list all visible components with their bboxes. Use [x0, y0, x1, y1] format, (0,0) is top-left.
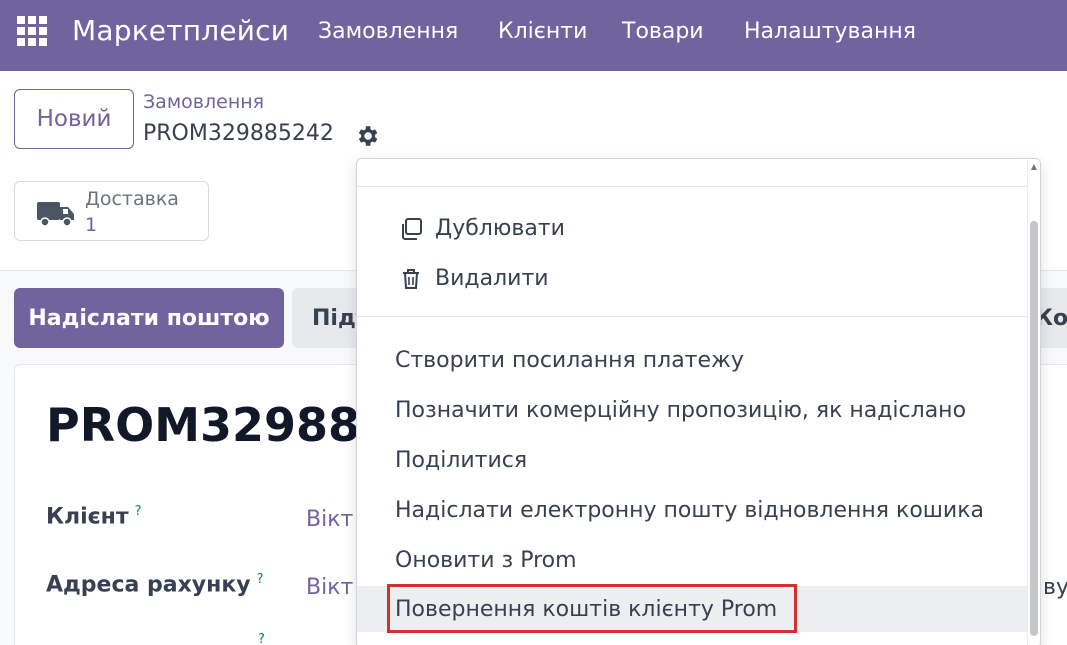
- menu-item-send-cart-recovery-email[interactable]: Надіслати електронну пошту відновлення к…: [357, 487, 1027, 533]
- field-value-client[interactable]: Вікт: [306, 507, 353, 532]
- trash-icon: [403, 269, 419, 289]
- field-label-client: Клієнт?: [46, 504, 142, 530]
- actions-dropdown-menu: Дублювати Видалити Створити посилання пл…: [356, 158, 1041, 645]
- help-icon[interactable]: ?: [257, 572, 264, 587]
- field-label-invoice-address: Адреса рахунку?: [46, 572, 264, 598]
- menu-item-duplicate[interactable]: Дублювати: [357, 205, 1027, 251]
- top-navbar: Маркетплейси Замовлення Клієнти Товари Н…: [0, 0, 1067, 71]
- nav-item-settings[interactable]: Налаштування: [744, 19, 916, 44]
- delivery-count: 1: [85, 214, 98, 236]
- highlight-annotation-box: [387, 584, 797, 633]
- delivery-label: Доставка: [85, 188, 179, 210]
- copy-icon: [402, 218, 422, 240]
- nav-item-products[interactable]: Товари: [622, 19, 704, 44]
- menu-item-share[interactable]: Поділитися: [357, 437, 1027, 483]
- gear-icon[interactable]: [354, 123, 380, 149]
- apps-menu-icon[interactable]: [17, 16, 49, 48]
- dropdown-divider: [357, 316, 1027, 317]
- menu-item-create-payment-link[interactable]: Створити посилання платежу: [357, 337, 1027, 383]
- menu-item-update-from-prom[interactable]: Оновити з Prom: [357, 537, 1027, 583]
- dropdown-scrollbar-thumb[interactable]: [1030, 221, 1038, 636]
- menu-item-mark-quotation-sent[interactable]: Позначити комерційну пропозицію, як наді…: [357, 387, 1027, 433]
- scroll-up-arrow-icon[interactable]: ▲: [1030, 163, 1038, 171]
- breadcrumb-orders[interactable]: Замовлення: [143, 91, 264, 113]
- app-brand[interactable]: Маркетплейси: [72, 14, 289, 47]
- truck-icon: [37, 202, 74, 227]
- field-value-invoice-address[interactable]: Вікт: [306, 575, 353, 600]
- nav-item-orders[interactable]: Замовлення: [318, 19, 458, 44]
- field-value-right-partial: ву: [1043, 575, 1067, 600]
- send-email-button[interactable]: Надіслати поштою: [14, 288, 284, 348]
- delivery-smart-button[interactable]: Доставка 1: [14, 181, 209, 241]
- help-icon[interactable]: ?: [258, 632, 265, 645]
- new-button[interactable]: Новий: [14, 89, 134, 149]
- dropdown-top-divider: [357, 186, 1027, 187]
- menu-item-delete[interactable]: Видалити: [357, 255, 1027, 301]
- nav-item-clients[interactable]: Клієнти: [498, 19, 587, 44]
- help-icon[interactable]: ?: [135, 504, 142, 519]
- record-name: PROM329885242: [143, 121, 334, 146]
